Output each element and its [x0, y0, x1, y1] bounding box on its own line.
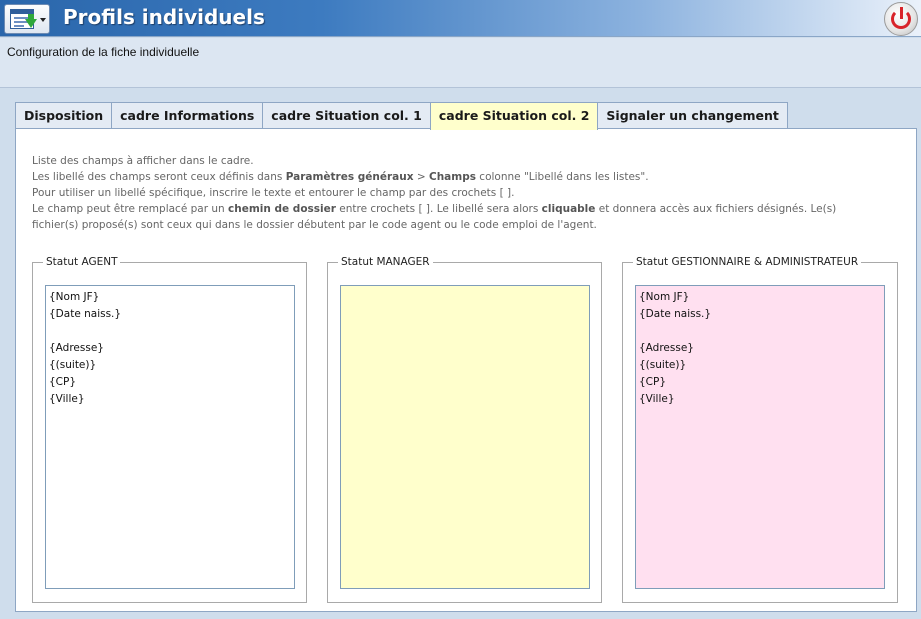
group-label: Statut GESTIONNAIRE & ADMINISTRATEUR — [633, 256, 862, 268]
agent-fields-textarea[interactable]: {Nom JF} {Date naiss.} {Adresse} {(suite… — [45, 285, 295, 589]
tab-cadre-situation-col-2[interactable]: cadre Situation col. 2 — [429, 102, 599, 130]
info-line-4: Le champ peut être remplacé par un chemi… — [32, 203, 837, 215]
tab-bar: Disposition cadre Informations cadre Sit… — [15, 102, 788, 130]
power-button[interactable] — [884, 2, 918, 36]
tab-panel: Liste des champs à afficher dans le cadr… — [15, 128, 917, 612]
info-line-5: fichier(s) proposé(s) sont ceux qui dans… — [32, 219, 597, 231]
tab-cadre-situation-col-1[interactable]: cadre Situation col. 1 — [262, 102, 431, 129]
tab-signaler-un-changement[interactable]: Signaler un changement — [597, 102, 788, 129]
title-bar: Profils individuels — [0, 0, 921, 37]
group-label: Statut AGENT — [43, 256, 121, 268]
info-line-2: Les libellé des champs seront ceux défin… — [32, 171, 649, 183]
tab-disposition[interactable]: Disposition — [15, 102, 113, 129]
group-statut-manager: Statut MANAGER — [327, 256, 602, 603]
group-label: Statut MANAGER — [338, 256, 433, 268]
page-subtitle: Configuration de la fiche individuelle — [7, 45, 200, 59]
group-statut-gestionnaire: Statut GESTIONNAIRE & ADMINISTRATEUR {No… — [622, 256, 898, 603]
group-statut-agent: Statut AGENT {Nom JF} {Date naiss.} {Adr… — [32, 256, 307, 603]
manager-fields-textarea[interactable] — [340, 285, 590, 589]
info-line-1: Liste des champs à afficher dans le cadr… — [32, 155, 254, 167]
chevron-down-icon — [40, 18, 46, 22]
tab-cadre-informations[interactable]: cadre Informations — [111, 102, 264, 129]
window-title: Profils individuels — [63, 5, 265, 29]
info-line-3: Pour utiliser un libellé spécifique, ins… — [32, 187, 515, 199]
instructions-text: Liste des champs à afficher dans le cadr… — [32, 153, 892, 233]
gestionnaire-fields-textarea[interactable]: {Nom JF} {Date naiss.} {Adresse} {(suite… — [635, 285, 885, 589]
app-menu-button[interactable] — [4, 4, 50, 34]
